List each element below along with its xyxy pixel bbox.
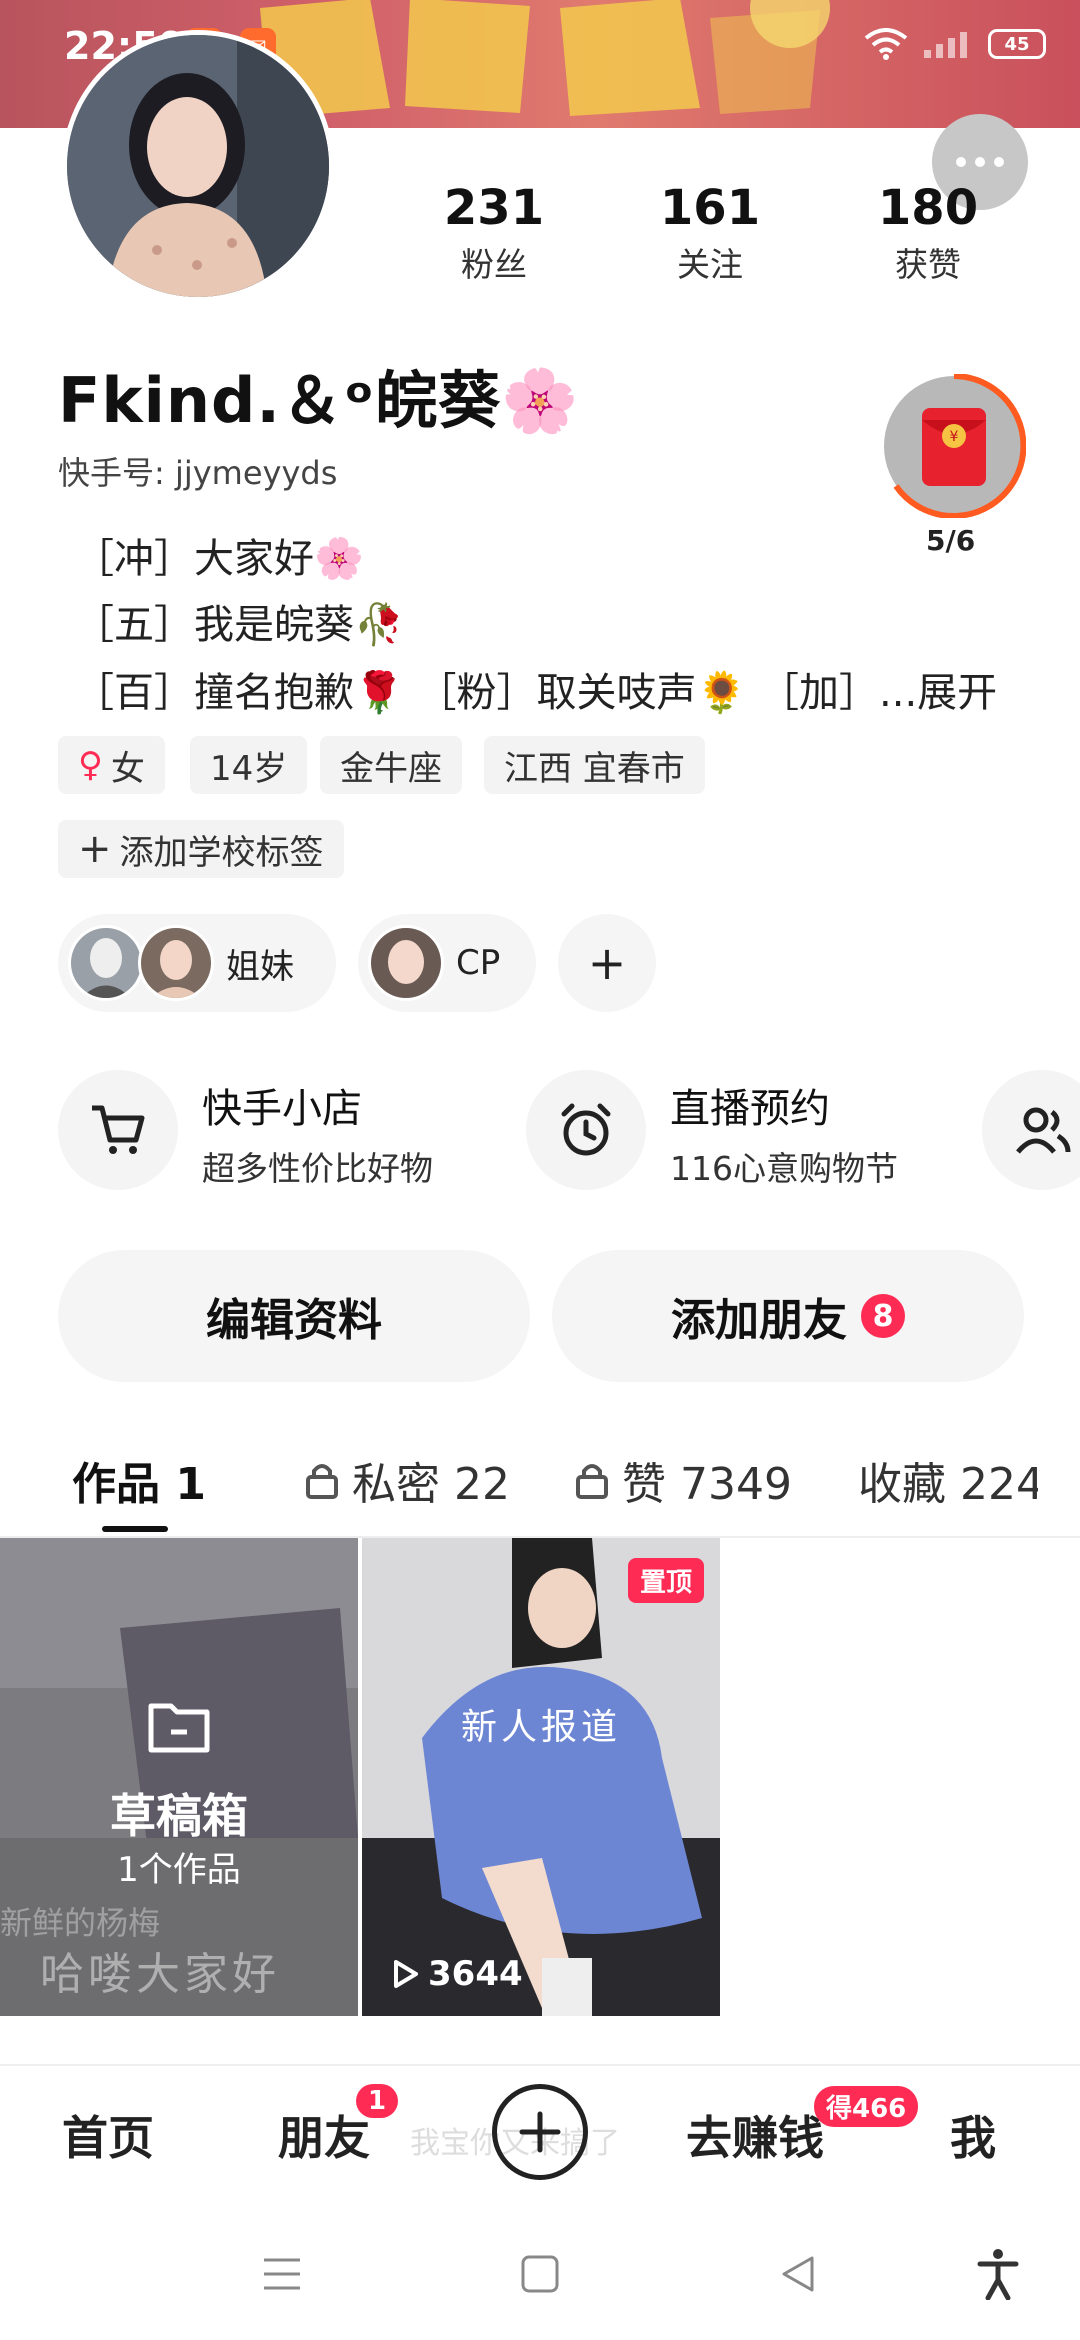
signal-icon bbox=[924, 32, 967, 58]
drafts-cell[interactable]: 草稿箱 1个作品 新鲜的杨梅 哈喽大家好 bbox=[0, 1538, 358, 2016]
bottom-navigation: 我宝你又来搞了 首页 朋友 1 去赚钱 得466 我 bbox=[0, 2064, 1080, 2208]
back-icon[interactable] bbox=[778, 2254, 818, 2294]
relation-cp[interactable]: CP bbox=[358, 914, 536, 1012]
edit-profile-label: 编辑资料 bbox=[206, 1295, 382, 1346]
stat-likes[interactable]: 180 获赞 bbox=[848, 180, 1008, 286]
plus-icon: + bbox=[587, 936, 627, 990]
shop-entry[interactable] bbox=[58, 1070, 178, 1190]
relation-label: CP bbox=[456, 943, 501, 983]
folder-icon bbox=[148, 1703, 210, 1753]
stat-value: 231 bbox=[443, 180, 545, 236]
tag-gender: ♀ 女 bbox=[58, 736, 165, 794]
play-count: 3644 bbox=[392, 1954, 523, 1994]
add-friend-label: 添加朋友 bbox=[671, 1295, 847, 1346]
stat-label: 关注 bbox=[677, 245, 743, 284]
dot-icon bbox=[975, 157, 985, 167]
system-navigation bbox=[0, 2208, 1080, 2340]
stat-following[interactable]: 161 关注 bbox=[630, 180, 790, 286]
tag-age: 14岁 bbox=[190, 736, 308, 794]
add-school-label: 添加学校标签 bbox=[119, 832, 324, 873]
accessibility-icon[interactable] bbox=[976, 2248, 1020, 2300]
tag-label: 金牛座 bbox=[340, 748, 442, 789]
stat-followers[interactable]: 231 粉丝 bbox=[414, 180, 574, 286]
tab-favorites[interactable]: 收藏 224 bbox=[858, 1448, 1038, 1512]
plus-icon bbox=[519, 2111, 561, 2153]
lock-icon bbox=[306, 1464, 338, 1499]
bio-line: ［冲］大家好🌸 bbox=[74, 536, 364, 582]
tab-label: 收藏 224 bbox=[858, 1459, 1038, 1510]
friend-avatar bbox=[138, 925, 214, 1001]
friends-entry[interactable] bbox=[982, 1070, 1080, 1190]
female-icon: ♀ bbox=[78, 745, 103, 785]
add-friend-button[interactable]: 添加朋友 8 bbox=[552, 1250, 1024, 1382]
avatar-photo bbox=[67, 35, 329, 297]
stat-label: 粉丝 bbox=[461, 245, 527, 284]
tag-zodiac: 金牛座 bbox=[320, 736, 462, 794]
kuaishou-id[interactable]: 快手号: jjymeyyds bbox=[58, 448, 337, 494]
plus-icon: + bbox=[78, 826, 112, 872]
tab-label: 作品 1 bbox=[72, 1459, 206, 1510]
friend-avatar bbox=[368, 925, 444, 1001]
tag-location: 江西 宜春市 bbox=[484, 736, 705, 794]
cart-icon bbox=[92, 1105, 145, 1154]
earn-badge: 得466 bbox=[814, 2086, 919, 2127]
tag-label: 江西 宜春市 bbox=[504, 748, 685, 789]
red-packet-button[interactable]: ¥ bbox=[882, 374, 1026, 518]
people-icon bbox=[1016, 1107, 1071, 1154]
live-reservation-title[interactable]: 直播预约 bbox=[670, 1076, 830, 1134]
home-square-icon[interactable] bbox=[520, 2254, 560, 2294]
add-friend-badge: 8 bbox=[861, 1294, 905, 1338]
drafts-count: 1个作品 bbox=[117, 1850, 241, 1890]
tag-label: 14岁 bbox=[210, 748, 288, 789]
add-school-tag-button[interactable]: + 添加学校标签 bbox=[58, 820, 344, 878]
add-relation-button[interactable]: + bbox=[558, 914, 656, 1012]
menu-icon[interactable] bbox=[262, 2254, 302, 2294]
video-cell[interactable]: 置顶 新人报道 3644 bbox=[362, 1538, 720, 2016]
live-reservation-subtitle: 116心意购物节 bbox=[670, 1149, 898, 1188]
wifi-icon bbox=[864, 28, 908, 60]
play-count-value: 3644 bbox=[428, 1954, 523, 1994]
active-tab-indicator bbox=[102, 1526, 168, 1532]
friends-badge: 1 bbox=[356, 2084, 399, 2118]
tab-label: 私密 22 bbox=[352, 1459, 510, 1510]
pinned-badge: 置顶 bbox=[627, 1558, 704, 1603]
video-caption: 新人报道 bbox=[460, 1707, 621, 1748]
stat-value: 180 bbox=[877, 180, 979, 236]
relation-sisters[interactable]: 姐妹 bbox=[58, 914, 336, 1012]
battery-icon: 45 bbox=[988, 29, 1046, 59]
nav-earn[interactable]: 去赚钱 bbox=[686, 2102, 824, 2168]
shop-subtitle: 超多性价比好物 bbox=[202, 1149, 433, 1188]
shop-title[interactable]: 快手小店 bbox=[202, 1076, 362, 1134]
bio-line: ［五］我是皖葵🥀 bbox=[74, 602, 404, 648]
draft-overlay-text: 哈喽大家好 bbox=[40, 1949, 280, 2000]
edit-profile-button[interactable]: 编辑资料 bbox=[58, 1250, 530, 1382]
dot-icon bbox=[956, 157, 966, 167]
tab-liked[interactable]: 赞 7349 bbox=[574, 1448, 792, 1512]
nav-me[interactable]: 我 bbox=[950, 2102, 996, 2168]
live-reservation-entry[interactable] bbox=[526, 1070, 646, 1190]
tag-label: 女 bbox=[110, 748, 145, 789]
video-thumbnail bbox=[362, 1538, 720, 2016]
status-indicators: 45 bbox=[864, 28, 1046, 60]
friend-avatar bbox=[68, 925, 144, 1001]
nav-friends[interactable]: 朋友 bbox=[278, 2102, 370, 2168]
drafts-title: 草稿箱 bbox=[110, 1789, 248, 1843]
stat-label: 获赞 bbox=[895, 245, 961, 284]
nav-home[interactable]: 首页 bbox=[62, 2102, 154, 2168]
tab-works[interactable]: 作品 1 bbox=[72, 1448, 206, 1512]
avatar[interactable] bbox=[62, 30, 334, 302]
dot-icon bbox=[994, 157, 1004, 167]
bio-line-expandable[interactable]: ［百］撞名抱歉🌹 ［粉］取关吱声🌻 ［加］...展开 bbox=[74, 660, 1034, 718]
alarm-clock-icon bbox=[561, 1103, 611, 1156]
create-button[interactable] bbox=[492, 2084, 588, 2180]
stat-value: 161 bbox=[659, 180, 761, 236]
svg-text:¥: ¥ bbox=[950, 429, 959, 445]
profile-name: Fkind.＆ᵒ皖葵🌸 bbox=[58, 364, 580, 437]
tab-label: 赞 7349 bbox=[622, 1459, 792, 1510]
tab-private[interactable]: 私密 22 bbox=[304, 1448, 510, 1512]
relation-label: 姐妹 bbox=[226, 946, 294, 987]
lock-icon bbox=[576, 1464, 608, 1499]
play-icon bbox=[394, 1960, 418, 1988]
